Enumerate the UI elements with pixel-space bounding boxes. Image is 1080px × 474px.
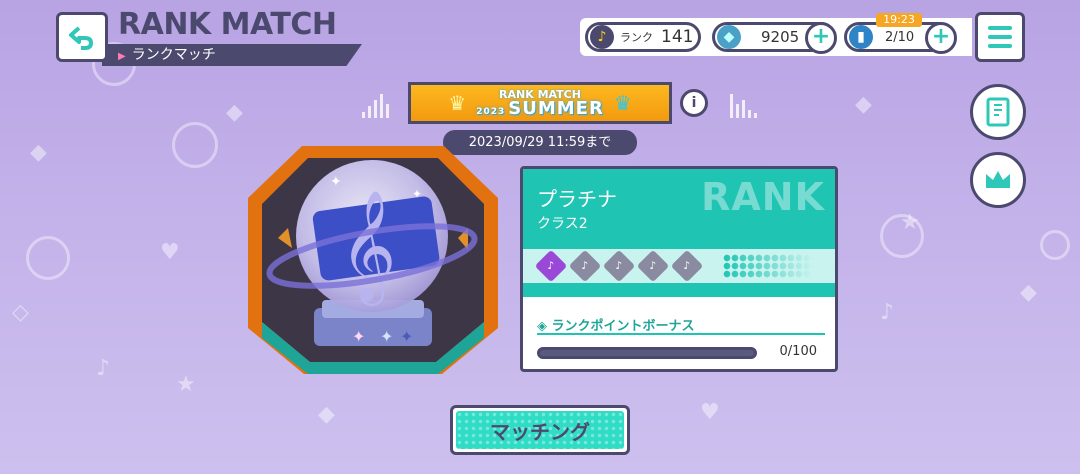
bonus-title: ◈ ランクポイントボーナス [537,315,695,334]
rank-header: RANK プラチナ クラス2 ♪ ♪ ♪ ♪ ♪ [523,169,835,297]
page-title-block: RANK MATCH ▶ ランクマッチ [102,8,362,66]
back-arrow-icon [69,26,93,50]
svg-text:✦: ✦ [412,187,422,201]
season-title: RANK MATCH 2023 SUMMER [476,89,604,118]
add-energy-button[interactable]: + [925,22,957,54]
rank-step: ♪ [670,249,704,283]
music-note-icon: ♪ [683,259,691,273]
energy-bottle-icon: ▮ [849,25,873,49]
music-note-icon: ♪ [590,25,614,49]
ranking-button[interactable] [970,152,1026,208]
triangle-icon: ▶ [118,51,126,62]
music-note-icon: ♪ [615,259,623,273]
rank-label: ランク [620,31,653,44]
rank-name: プラチナ [537,187,617,211]
crown-icon [986,171,1010,188]
page-subtitle: ▶ ランクマッチ [102,44,362,66]
season-year: 2023 [476,106,506,117]
music-note-icon: ♪ [547,259,555,273]
crown-icon: ♛ [613,91,632,115]
info-button[interactable]: i [680,89,708,117]
matching-button[interactable]: マッチング [450,405,630,455]
energy-timer: 19:23 [876,13,922,27]
rank-trophy-image: 𝄞 ✦ ✦ ✦ ✦ ✦ [248,146,498,374]
back-button[interactable] [56,12,108,62]
svg-text:𝄞: 𝄞 [340,189,397,306]
music-note-icon: ♪ [649,259,657,273]
player-rank-pill: ♪ ランク 141 [585,22,701,52]
rank-step: ♪ [636,249,670,283]
page-title: RANK MATCH [118,7,337,42]
gem-icon: ◆ [717,25,741,49]
season-banner: ♛ RANK MATCH 2023 SUMMER ♛ [408,82,672,124]
rank-step: ♪ [568,249,602,283]
svg-text:✦: ✦ [330,174,342,190]
hamburger-icon-line [988,44,1012,48]
music-note-icon: ♪ [581,259,589,273]
bonus-progress-text: 0/100 [779,344,817,359]
rank-value: 141 [661,27,694,47]
song-list-button[interactable] [970,84,1026,140]
bonus-progress-bar [537,347,757,359]
rank-step-achieved: ♪ [534,249,568,283]
energy-count: 2/10 [885,29,915,45]
season-title-line2: 2023 SUMMER [476,97,604,119]
add-gems-button[interactable]: + [805,22,837,54]
gem-count: 9205 [761,28,800,46]
music-sheet-icon [986,97,1010,127]
hamburger-icon-line [988,26,1012,30]
rank-steps: ♪ ♪ ♪ ♪ ♪ [523,249,835,283]
rank-class: クラス2 [537,216,588,232]
equalizer-decor-left [362,94,389,118]
page-subtitle-text: ランクマッチ [131,47,216,63]
rank-step: ♪ [602,249,636,283]
season-name: SUMMER [508,97,604,119]
hamburger-icon-line [988,35,1012,39]
svg-text:✦: ✦ [400,327,413,346]
matching-button-label: マッチング [456,411,624,449]
dot-pattern-decor [723,254,813,278]
rank-watermark: RANK [701,175,825,219]
divider [537,333,825,335]
svg-text:✦: ✦ [352,327,365,346]
svg-text:✦: ✦ [380,327,393,346]
diamond-bullet-icon: ◈ [537,319,547,334]
crown-icon: ♛ [448,91,467,115]
rank-info-card: RANK プラチナ クラス2 ♪ ♪ ♪ ♪ ♪ ◈ ランクポイントボーナス 0… [520,166,838,372]
bonus-title-text: ランクポイントボーナス [551,319,695,334]
equalizer-decor-right [730,94,757,118]
menu-button[interactable] [975,12,1025,62]
